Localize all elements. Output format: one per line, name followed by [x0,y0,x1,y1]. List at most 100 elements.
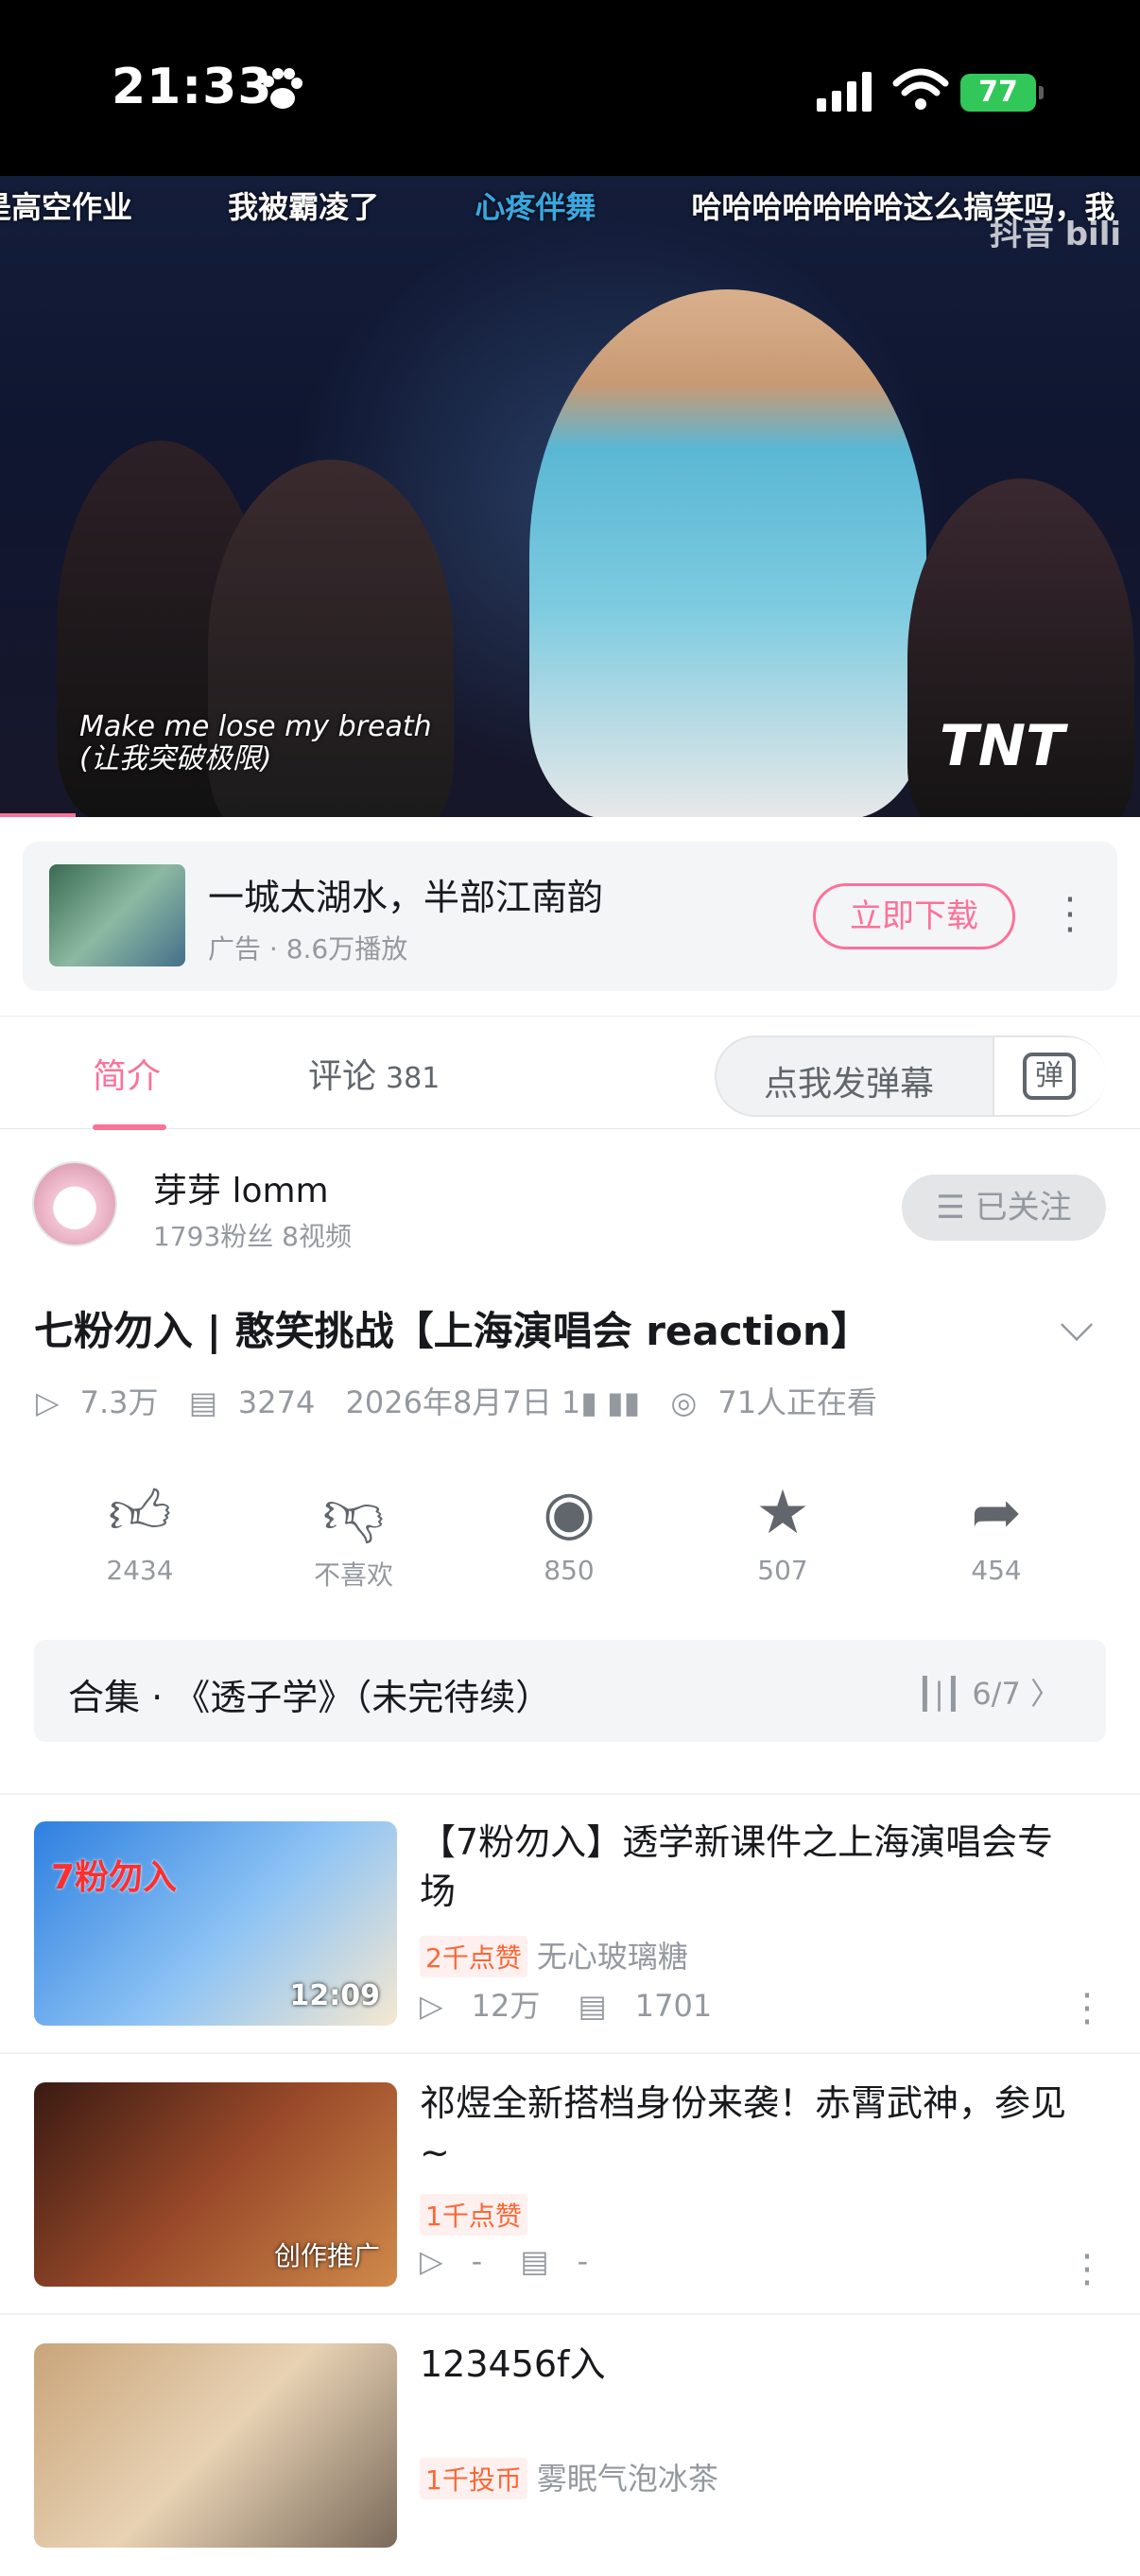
chevron-down-icon[interactable] [1061,1309,1093,1341]
view-count: - [471,2243,483,2279]
uploader-name: 无心玻璃糖 [536,1939,688,1975]
recommended-video[interactable]: 创作推广 祁煜全新搭档身份来袭！赤霄武神，参见~ 1千点赞 ▷ - ▤ - · · · [0,2056,1140,2315]
like-button[interactable]: 👍︎ 2434 [64,1475,216,1586]
tab-comments-count: 381 [386,1062,440,1095]
recommended-meta: 1千投币 雾眠气泡冰茶 [420,2455,718,2499]
coin-badge: 1千投币 [420,2458,527,2499]
recommended-meta: 2千点赞 无心玻璃糖 [420,1933,688,1977]
follow-button[interactable]: ☰ 已关注 [902,1175,1106,1241]
play-icon: ▷ [420,2243,443,2279]
corner-logo: TNT [939,713,1064,779]
video-thumbnail[interactable]: 创作推广 [34,2082,397,2287]
subtitle-zh: (让我突破极限) [79,742,272,775]
collection-progress: ┃|┃ 6/7 〉 [916,1670,1061,1714]
publish-date: 2026年8月7日 1▮ ▮▮ [345,1384,641,1420]
recommended-title: 【7粉勿入】透学新课件之上海演唱会专场 [420,1821,1054,1912]
ad-subtitle: 广告 · 8.6万播放 [208,933,408,965]
danmaku-count: - [577,2243,589,2279]
danmaku-item: 心疼伴舞 [475,189,596,225]
playlist-icon: ┃|┃ [915,1676,973,1712]
author-row: 芽芽 lomm 1793粉丝 8视频 ☰ 已关注 [0,1129,1140,1280]
like-badge: 1千点赞 [420,2194,527,2236]
ad-title[interactable]: 一城太湖水，半部江南韵 [208,868,603,920]
video-progress-bar[interactable] [0,813,76,817]
favorite-button[interactable]: ★ 507 [707,1475,858,1586]
video-thumbnail[interactable] [34,2343,397,2548]
danmaku-item: 我被霸凌了 [228,189,380,225]
danmaku-layer: 是高空作业 我被霸凌了 心疼伴舞 哈哈哈哈哈哈哈这么搞笑吗，我 [0,183,1140,227]
coin-button[interactable]: ◉ 850 [493,1475,645,1586]
video-thumbnail[interactable]: 7粉勿入 12:09 [34,1821,397,2026]
video-player[interactable]: 是高空作业 我被霸凌了 心疼伴舞 哈哈哈哈哈哈哈这么搞笑吗，我 抖音 bili … [0,176,1140,817]
more-icon[interactable]: · · · [1061,881,1080,949]
tab-intro[interactable]: 简介 [93,1049,161,1098]
ad-download-button[interactable]: 立即下载 [813,883,1015,949]
collection-progress-value: 6/7 [972,1676,1021,1712]
danmaku-item: 是高空作业 [0,189,133,225]
more-icon[interactable]: · · · [1078,2238,1097,2303]
share-icon: ➦ [971,1478,1022,1548]
view-count: 7.3万 [79,1384,159,1420]
author-name[interactable]: 芽芽 lomm [153,1163,329,1212]
status-bar: 21:33 77 [0,0,1140,176]
danmaku-count-icon: ▤ [188,1384,217,1420]
recommended-stats: ▷ - ▤ - [420,2243,616,2279]
tab-comments[interactable]: 评论 381 [308,1049,440,1098]
danmaku-input-placeholder: 点我发弹幕 [764,1065,935,1104]
watching-count: 71人正在看 [717,1384,878,1420]
signal-icon [817,72,872,112]
watching-icon: ◎ [670,1384,698,1420]
action-bar: 👍︎ 2434 👎︎ 不喜欢 ◉ 850 ★ 507 ➦ 454 [0,1475,1140,1598]
video-stats: ▷ 7.3万 ▤ 3274 2026年8月7日 1▮ ▮▮ ◎ 71人正在看 [36,1379,898,1422]
danmaku-input[interactable]: 点我发弹幕 弹 [715,1036,1106,1117]
chevron-right-icon: 〉 [1020,1676,1061,1712]
recommended-meta: 1千点赞 [420,2194,537,2236]
wifi-icon [892,68,949,110]
like-count: 2434 [106,1555,174,1586]
coin-icon: ◉ [543,1478,596,1548]
recommended-title: 123456f入 [420,2343,606,2385]
danmaku-toggle[interactable]: 弹 [993,1037,1106,1115]
subtitle: Make me lose my breath (让我突破极限) [79,711,432,775]
battery-indicator: 77 [960,74,1044,112]
video-title: 七粉勿入 | 憨笑挑战【上海演唱会 reaction】 [34,1308,871,1354]
danmaku-count-icon: ▤ [578,1988,607,2024]
ad-banner[interactable]: 一城太湖水，半部江南韵 广告 · 8.6万播放 立即下载 · · · [23,842,1117,991]
star-icon: ★ [755,1478,810,1548]
detail-tabs: 简介 评论 381 点我发弹幕 弹 [0,1016,1140,1130]
share-button[interactable]: ➦ 454 [921,1475,1072,1586]
view-count: 12万 [471,1988,541,2024]
play-icon: ▷ [420,1988,443,2024]
author-meta: 1793粉丝 8视频 [153,1221,352,1252]
paw-icon [263,68,302,109]
video-duration: 12:09 [289,1979,381,2012]
thumbnail-caption: 7粉勿入 [51,1858,178,1897]
clock: 21:33 [112,59,273,115]
dislike-button[interactable]: 👎︎ 不喜欢 [278,1475,429,1593]
ad-thumbnail[interactable] [49,864,185,966]
danmaku-count-icon: ▤ [520,2243,549,2279]
like-badge: 2千点赞 [420,1936,527,1977]
promo-tag: 创作推广 [273,2240,380,2271]
recommended-video[interactable]: 123456f入 1千投币 雾眠气泡冰茶 [0,2317,1140,2576]
subtitle-en: Make me lose my breath [79,710,432,743]
collection-title: 合集 · 《透子学》（未完待续） [68,1677,552,1718]
tab-comments-label: 评论 [308,1057,377,1096]
recommended-video[interactable]: 7粉勿入 12:09 【7粉勿入】透学新课件之上海演唱会专场 2千点赞 无心玻璃糖… [0,1795,1140,2054]
recommended-title: 祁煜全新搭档身份来袭！赤霄武神，参见~ [420,2082,1067,2173]
dislike-icon: 👎︎ [322,1478,385,1548]
share-count: 454 [971,1555,1022,1586]
watermark: 抖音 bili [989,216,1121,253]
collection-bar[interactable]: 合集 · 《透子学》（未完待续） ┃|┃ 6/7 〉 [34,1640,1106,1742]
recommended-stats: ▷ 12万 ▤ 1701 [420,1982,740,2026]
uploader-name: 雾眠气泡冰茶 [536,2461,718,2497]
danmaku-icon: 弹 [1023,1053,1076,1100]
coin-count: 850 [544,1555,595,1586]
favorite-count: 507 [757,1555,808,1586]
play-icon: ▷ [36,1384,60,1420]
avatar[interactable] [32,1161,117,1246]
dislike-label: 不喜欢 [313,1559,393,1591]
more-icon[interactable]: · · · [1078,1977,1097,2042]
danmaku-count: 3274 [237,1384,316,1420]
danmaku-count: 1701 [634,1988,713,2024]
